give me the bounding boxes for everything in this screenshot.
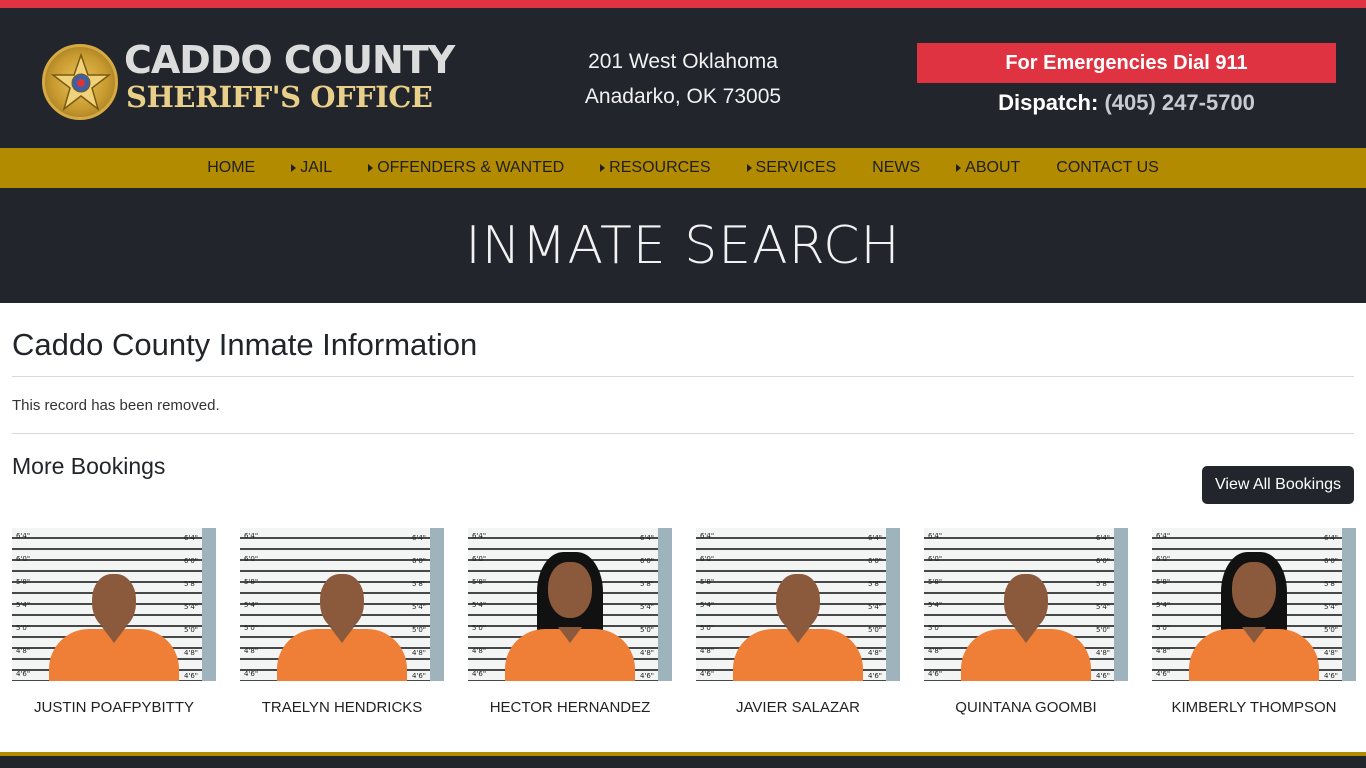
main-content: Caddo County Inmate Information This rec… bbox=[0, 303, 1366, 716]
mugshot-photo: 6'4" 6'0" 5'8" 5'4" 5'0" 4'8" 4'6" 6'4" 6'0" 5'8"… bbox=[1152, 528, 1356, 681]
booking-card[interactable]: 6'4" 6'0" 5'8" 5'4" 5'0" 4'8" 4'6" 6'4" 6'0" 5'8"… bbox=[1152, 528, 1356, 716]
booking-card[interactable]: 6'4" 6'0" 5'8" 5'4" 5'0" 4'8" 4'6" 6'4" 6'0" 5'8"… bbox=[240, 528, 444, 716]
caret-right-icon bbox=[956, 164, 962, 172]
office-address: 201 West Oklahoma Anadarko, OK 73005 bbox=[560, 44, 806, 114]
nav-item-label: JAIL bbox=[300, 159, 333, 176]
page-title: Caddo County Inmate Information bbox=[12, 303, 1354, 377]
more-bookings-header: More Bookings View All Bookings bbox=[12, 434, 1354, 528]
nav-item-resources[interactable]: RESOURCES bbox=[582, 148, 728, 188]
nav-item-label: NEWS bbox=[872, 159, 921, 176]
mugshot-photo: 6'4" 6'0" 5'8" 5'4" 5'0" 4'8" 4'6" 6'4" 6'0" 5'8"… bbox=[240, 528, 444, 681]
nav-item-label: SERVICES bbox=[755, 159, 837, 176]
site-header: CADDO COUNTY SHERIFF'S OFFICE 201 West O… bbox=[0, 8, 1366, 148]
nav-item-news[interactable]: NEWS bbox=[854, 148, 938, 188]
emergency-banner: For Emergencies Dial 911 bbox=[917, 43, 1336, 83]
nav-item-label: ABOUT bbox=[965, 159, 1021, 176]
address-line-1: 201 West Oklahoma bbox=[588, 50, 778, 73]
footer-bar bbox=[0, 752, 1366, 768]
nav-item-services[interactable]: SERVICES bbox=[729, 148, 855, 188]
caret-right-icon bbox=[600, 164, 606, 172]
nav-item-home[interactable]: HOME bbox=[189, 148, 273, 188]
page-hero: INMATE SEARCH bbox=[0, 188, 1366, 303]
dispatch-label: Dispatch: bbox=[998, 90, 1099, 115]
booking-card[interactable]: 6'4" 6'0" 5'8" 5'4" 5'0" 4'8" 4'6" 6'4" 6'0" 5'8"… bbox=[696, 528, 900, 716]
booking-name[interactable]: KIMBERLY THOMPSON bbox=[1152, 699, 1356, 716]
nav-item-contact-us[interactable]: CONTACT US bbox=[1038, 148, 1177, 188]
logo-subtitle: SHERIFF'S OFFICE bbox=[126, 80, 433, 114]
main-navigation: HOME JAIL OFFENDERS & WANTED RESOURCES SERVI… bbox=[0, 148, 1366, 188]
caret-right-icon bbox=[291, 164, 297, 172]
view-all-bookings-button[interactable]: View All Bookings bbox=[1202, 466, 1354, 504]
caret-right-icon bbox=[368, 164, 374, 172]
nav-item-label: RESOURCES bbox=[609, 159, 711, 176]
nav-item-offenders-wanted[interactable]: OFFENDERS & WANTED bbox=[350, 148, 582, 188]
site-logo[interactable]: CADDO COUNTY SHERIFF'S OFFICE bbox=[42, 38, 455, 120]
more-bookings-title: More Bookings bbox=[12, 453, 166, 479]
mugshot-photo: 6'4" 6'0" 5'8" 5'4" 5'0" 4'8" 4'6" 6'4" 6'0" 5'8"… bbox=[12, 528, 216, 681]
nav-item-label: CONTACT US bbox=[1056, 159, 1159, 176]
record-removed-message: This record has been removed. bbox=[12, 377, 1354, 434]
dispatch-phone-link[interactable]: (405) 247-5700 bbox=[1104, 90, 1254, 115]
booking-card[interactable]: 6'4" 6'0" 5'8" 5'4" 5'0" 4'8" 4'6" 6'4" 6'0" 5'8"… bbox=[468, 528, 672, 716]
mugshot-photo: 6'4" 6'0" 5'8" 5'4" 5'0" 4'8" 4'6" 6'4" 6'0" 5'8"… bbox=[924, 528, 1128, 681]
booking-card[interactable]: 6'4" 6'0" 5'8" 5'4" 5'0" 4'8" 4'6" 6'4" 6'0" 5'8"… bbox=[12, 528, 216, 716]
booking-name[interactable]: JAVIER SALAZAR bbox=[696, 699, 900, 716]
booking-name[interactable]: JUSTIN POAFPYBITTY bbox=[12, 699, 216, 716]
nav-item-about[interactable]: ABOUT bbox=[938, 148, 1038, 188]
nav-item-label: OFFENDERS & WANTED bbox=[377, 159, 565, 176]
booking-card[interactable]: 6'4" 6'0" 5'8" 5'4" 5'0" 4'8" 4'6" 6'4" 6'0" 5'8"… bbox=[924, 528, 1128, 716]
booking-name[interactable]: HECTOR HERNANDEZ bbox=[468, 699, 672, 716]
nav-item-label: HOME bbox=[207, 159, 256, 176]
address-line-2: Anadarko, OK 73005 bbox=[584, 85, 782, 108]
hero-title: INMATE SEARCH bbox=[465, 215, 901, 276]
caret-right-icon bbox=[746, 164, 752, 172]
mugshot-photo: 6'4" 6'0" 5'8" 5'4" 5'0" 4'8" 4'6" 6'4" 6'0" 5'8"… bbox=[696, 528, 900, 681]
sheriff-star-badge-icon bbox=[42, 44, 118, 120]
mugshot-photo: 6'4" 6'0" 5'8" 5'4" 5'0" 4'8" 4'6" 6'4" 6'0" 5'8"… bbox=[468, 528, 672, 681]
nav-item-jail[interactable]: JAIL bbox=[273, 148, 350, 188]
booking-name[interactable]: QUINTANA GOOMBI bbox=[924, 699, 1128, 716]
dispatch-contact: Dispatch: (405) 247-5700 bbox=[917, 90, 1336, 116]
bookings-grid: 6'4" 6'0" 5'8" 5'4" 5'0" 4'8" 4'6" 6'4" 6'0" 5'8"… bbox=[12, 528, 1356, 716]
logo-title: CADDO COUNTY bbox=[124, 38, 455, 82]
top-accent-bar bbox=[0, 0, 1366, 8]
booking-name[interactable]: TRAELYN HENDRICKS bbox=[240, 699, 444, 716]
